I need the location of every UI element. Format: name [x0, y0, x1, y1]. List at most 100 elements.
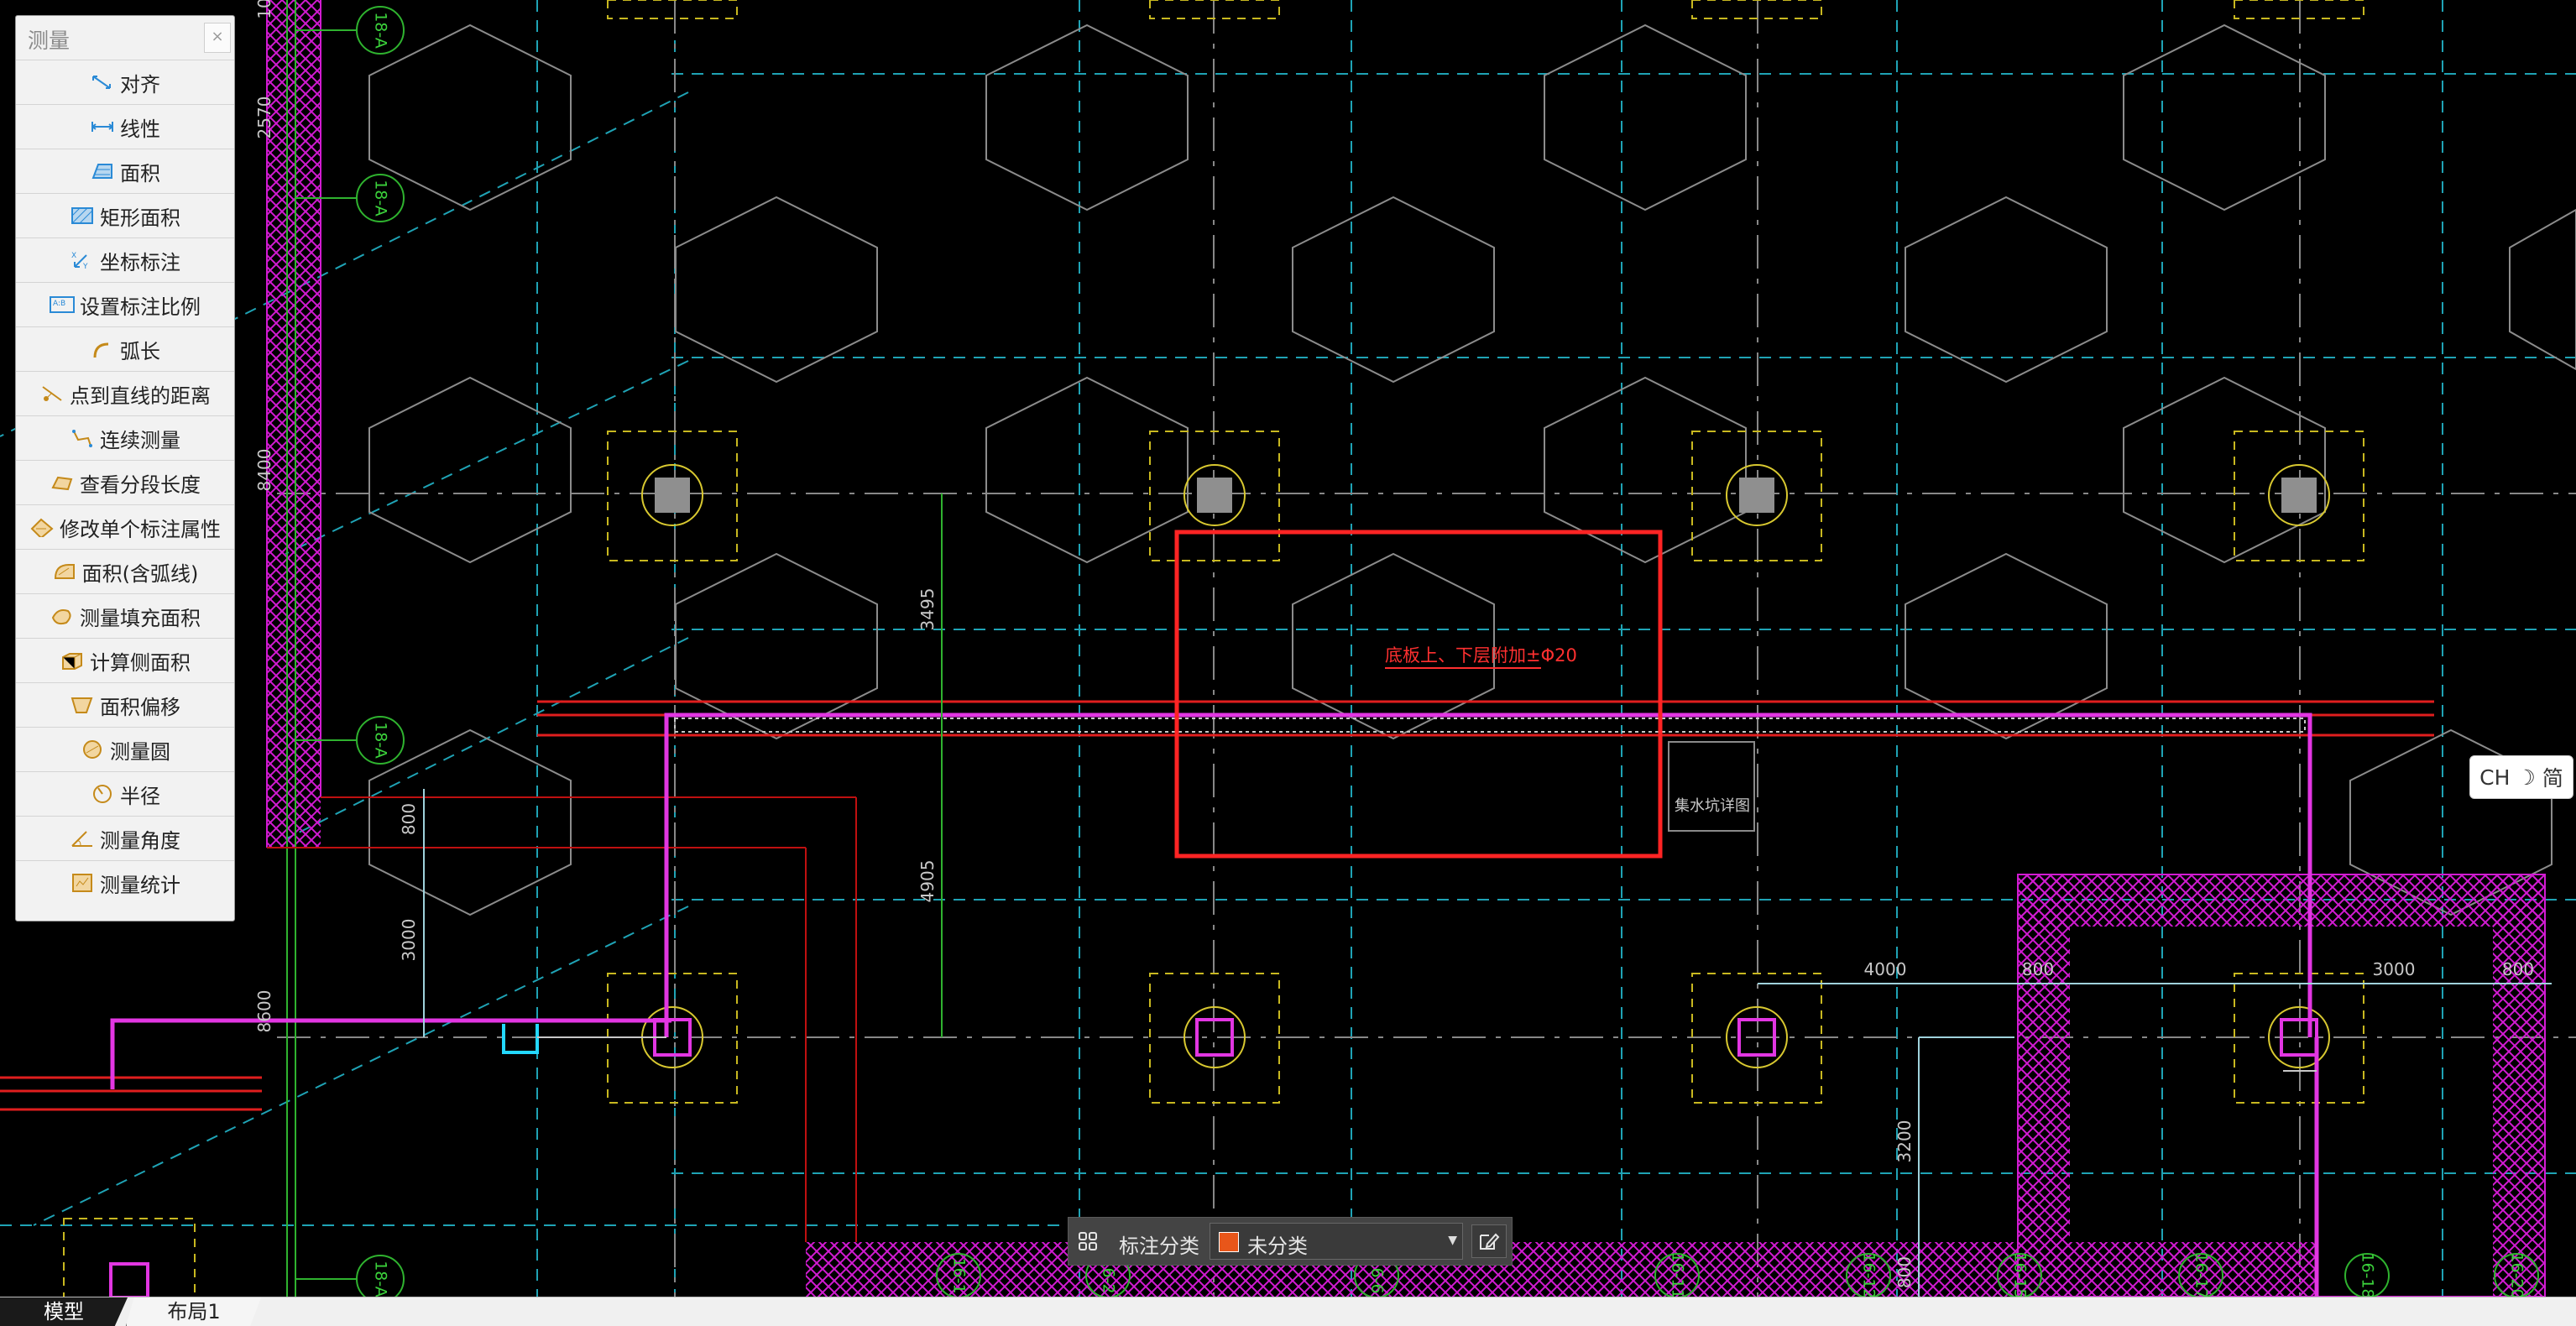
radius-icon	[90, 784, 115, 804]
coordinate-icon: YX	[70, 250, 95, 270]
measure-tool-item[interactable]: A:B 设置标注比例	[16, 282, 234, 326]
measure-tool-item[interactable]: 测量角度	[16, 816, 234, 860]
measure-tool-item[interactable]: 面积(含弧线)	[16, 549, 234, 593]
dimension-text: 3000	[2373, 959, 2416, 979]
axis-label: 18-A	[372, 12, 390, 49]
tab-model[interactable]: 模型	[0, 1297, 128, 1326]
statistics-icon	[70, 873, 95, 893]
side-area-icon	[60, 650, 85, 671]
arc-length-icon	[90, 339, 115, 359]
measure-tool-label: 测量角度	[100, 828, 180, 853]
svg-text:Y: Y	[82, 263, 88, 270]
dimension-text: 4905	[917, 860, 938, 903]
axis-label: 18-A	[372, 1261, 390, 1297]
measure-tool-item[interactable]: Y X 坐标标注	[16, 238, 234, 282]
chevron-down-icon: ▼	[1448, 1234, 1457, 1247]
cad-canvas[interactable]: 18-A 18-A 18-A 18-A 16-1 16-2 16-6 16-11…	[0, 0, 2576, 1297]
dimension-text: 10	[254, 0, 274, 19]
measure-tool-item[interactable]: 测量圆	[16, 727, 234, 771]
dimension-text: 800	[399, 803, 419, 835]
measure-tool-item[interactable]: 半径	[16, 771, 234, 816]
annotation-category-value: 未分类	[1247, 1235, 1308, 1258]
measure-tool-item[interactable]: 矩形面积	[16, 193, 234, 238]
dimension-text: 800	[2022, 959, 2054, 979]
angle-icon	[70, 828, 95, 848]
red-note-text: 底板上、下层附加±Φ20	[1385, 645, 1577, 666]
measure-tool-label: 点到直线的距离	[70, 384, 211, 408]
measure-tool-item[interactable]: 对齐	[16, 60, 234, 104]
annotation-category-select[interactable]: 未分类 ▼	[1210, 1223, 1463, 1260]
measure-panel-title: 测量	[28, 29, 71, 53]
moon-icon: ☽	[2516, 765, 2536, 790]
category-grid-icon[interactable]	[1077, 1230, 1099, 1252]
measure-tool-label: 测量圆	[110, 739, 170, 764]
red-selection-box[interactable]	[1174, 530, 1663, 859]
dimension-text: 3000	[399, 919, 419, 962]
segment-length-icon	[50, 472, 75, 493]
annotation-category-label: 标注分类	[1119, 1235, 1199, 1258]
measure-tool-label: 测量统计	[100, 873, 180, 897]
measure-tool-label: 面积	[120, 161, 160, 185]
axis-label: 16-20	[2508, 1252, 2526, 1297]
ime-lang: CH	[2479, 765, 2511, 790]
svg-text:A:B: A:B	[53, 300, 65, 308]
ime-mode: 简	[2542, 766, 2563, 791]
measure-tool-item[interactable]: 线性	[16, 104, 234, 149]
cad-drawing[interactable]: 18-A 18-A 18-A 18-A 16-1 16-2 16-6 16-11…	[0, 0, 2576, 1297]
measure-panel-header[interactable]: 测量 ×	[16, 16, 234, 60]
continuous-measure-icon	[70, 428, 95, 448]
arc-area-icon	[52, 561, 77, 582]
dimension-text: 8600	[254, 990, 274, 1033]
layout-tabs: 模型 布局1	[0, 1297, 2576, 1326]
scale-icon: A:B	[50, 295, 75, 315]
measure-tool-item[interactable]: 测量填充面积	[16, 593, 234, 638]
hexagon-grid	[368, 23, 2576, 916]
tab-layout1[interactable]: 布局1	[126, 1297, 261, 1326]
measure-panel: 测量 × 对齐 线性 面积 矩形面积 Y X 坐标标注 A:B 设置标注比例 弧长 点到直线的距离连…	[15, 15, 235, 921]
edit-icon	[1480, 1233, 1500, 1250]
axis-label: 16-12	[1860, 1252, 1878, 1297]
area-offset-icon	[70, 695, 95, 715]
measure-tool-item[interactable]: 面积偏移	[16, 682, 234, 727]
measure-tool-item[interactable]: 修改单个标注属性	[16, 504, 234, 549]
measure-tool-item[interactable]: 点到直线的距离	[16, 371, 234, 415]
close-icon[interactable]: ×	[204, 23, 231, 53]
dimension-text: 4000	[1864, 959, 1907, 979]
axis-label: 16-11	[1669, 1252, 1687, 1297]
edit-category-button[interactable]	[1471, 1224, 1507, 1258]
fill-area-icon	[50, 606, 75, 626]
measure-tool-label: 面积(含弧线)	[81, 561, 199, 586]
measure-tool-item[interactable]: 计算侧面积	[16, 638, 234, 682]
measure-tool-item[interactable]: 连续测量	[16, 415, 234, 460]
axis-label: 16-1	[950, 1257, 969, 1293]
measure-tool-label: 坐标标注	[100, 250, 180, 274]
measure-tool-label: 半径	[120, 784, 160, 808]
measure-tool-item[interactable]: 弧长	[16, 326, 234, 371]
dimension-text: 3200	[1894, 1120, 1915, 1163]
dimension-text: 8400	[254, 449, 274, 492]
measure-tool-label: 对齐	[120, 72, 160, 97]
measure-tool-label: 弧长	[120, 339, 160, 363]
measure-tool-item[interactable]: 测量统计	[16, 860, 234, 905]
measure-tool-item[interactable]: 查看分段长度	[16, 460, 234, 504]
detail-box-text: 集水坑详图	[1675, 797, 1750, 815]
edit-dimension-icon	[29, 517, 55, 537]
area-icon	[90, 161, 115, 181]
svg-text:X: X	[71, 252, 76, 260]
ime-indicator[interactable]: CH ☽ 简	[2469, 755, 2573, 799]
circle-measure-icon	[80, 739, 105, 760]
category-color-swatch	[1219, 1232, 1239, 1252]
axis-label: 18-A	[372, 180, 390, 217]
dimension-text: 2570	[254, 97, 274, 139]
measure-tool-label: 计算侧面积	[90, 650, 191, 675]
measure-tool-label: 线性	[120, 117, 160, 141]
dimension-text: 3495	[917, 588, 938, 631]
rect-area-icon	[70, 206, 95, 226]
measure-tool-label: 面积偏移	[100, 695, 180, 719]
measure-tool-label: 修改单个标注属性	[60, 517, 221, 541]
dimension-text: 800	[1894, 1256, 1915, 1288]
point-line-distance-icon	[39, 384, 65, 404]
measure-tool-item[interactable]: 面积	[16, 149, 234, 193]
axis-label: 16-18	[2359, 1252, 2377, 1297]
align-measure-icon	[90, 72, 115, 92]
